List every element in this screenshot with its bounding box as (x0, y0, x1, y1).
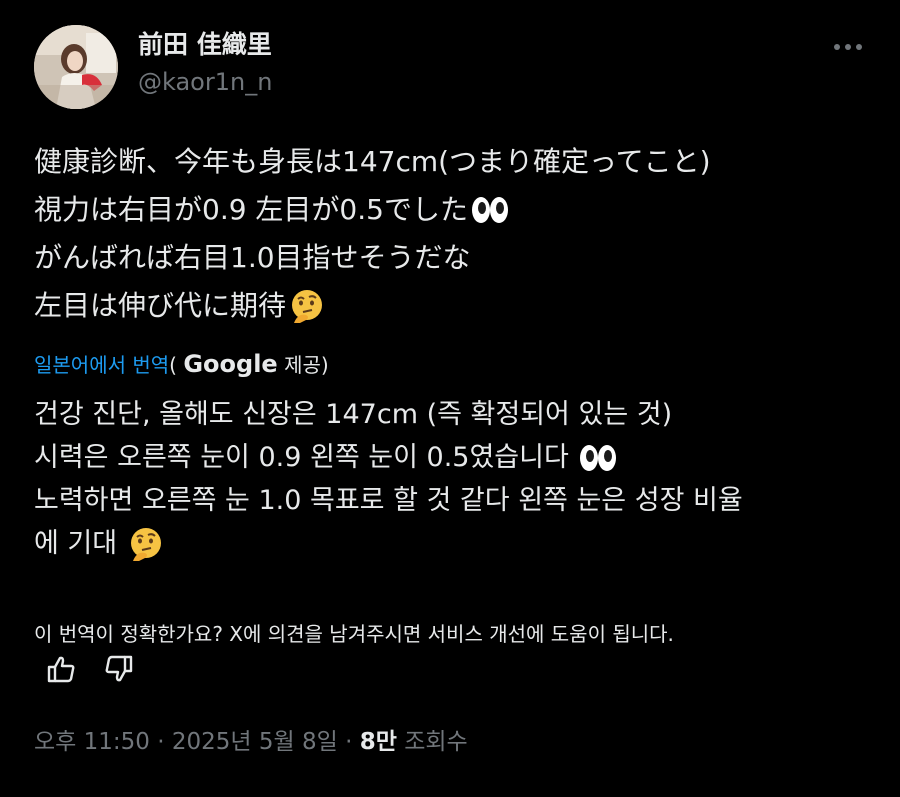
thumbs-up-button[interactable] (46, 654, 76, 684)
user-handle[interactable]: @kaor1n_n (138, 65, 272, 99)
thumbs-down-icon (105, 655, 133, 682)
tweet-line-text: 視力は右目が0.9 左目が0.5でした (34, 193, 468, 226)
eyes-emoji-icon (579, 444, 616, 471)
translation-line: 노력하면 오른쪽 눈 1.0 목표로 할 것 같다 왼쪽 눈은 성장 비율 (34, 479, 884, 522)
meta-separator: · (157, 729, 165, 755)
meta-separator: · (345, 729, 353, 755)
views-label: 조회수 (404, 729, 468, 755)
views-count: 8만 (359, 729, 397, 755)
thumbs-down-button[interactable] (104, 654, 134, 684)
tweet-line: 左目は伸び代に期待 (34, 282, 874, 330)
tweet-time[interactable]: 오후 11:50 (34, 729, 150, 755)
tweet-line-text: がんばれば右目1.0目指せそうだな (34, 241, 471, 274)
tweet-meta: 오후 11:50 · 2025년 5월 8일 · 8만 조회수 (34, 724, 468, 760)
thinking-face-emoji-icon (131, 527, 162, 561)
user-info: 前田 佳織里 @kaor1n_n (138, 29, 272, 99)
provided-suffix: 제공) (284, 353, 329, 377)
translation-line: 건강 진단, 올해도 신장은 147cm (즉 확정되어 있는 것) (34, 393, 884, 436)
translation-line-text: 에 기대 (34, 528, 118, 559)
tweet-line: 健康診断、今年も身長は147cm(つまり確定ってこと) (34, 138, 874, 186)
more-options-button[interactable] (832, 37, 864, 57)
avatar[interactable] (34, 25, 118, 109)
translation-feedback-question: 이 번역이 정확한가요? X에 의견을 남겨주시면 서비스 개선에 도움이 됩니… (34, 622, 674, 646)
tweet-line-text: 左目は伸び代に期待 (34, 289, 287, 322)
translated-by-paren: ( (169, 353, 177, 377)
tweet-text: 健康診断、今年も身長は147cm(つまり確定ってこと) 視力は右目が0.9 左目… (34, 138, 874, 330)
translation-text: 건강 진단, 올해도 신장은 147cm (즉 확정되어 있는 것) 시력은 오… (34, 393, 884, 565)
tweet-date[interactable]: 2025년 5월 8일 (172, 729, 338, 755)
translation-line-text: 노력하면 오른쪽 눈 1.0 목표로 할 것 같다 왼쪽 눈은 성장 비율 (34, 485, 743, 516)
tweet-line: がんばれば右目1.0目指せそうだな (34, 234, 874, 282)
translation-line-text: 건강 진단, 올해도 신장은 147cm (즉 확정되어 있는 것) (34, 399, 673, 430)
translated-by: 일본어에서 번역( Google 제공) (34, 346, 329, 383)
thinking-face-emoji-icon (292, 290, 323, 323)
translation-line: 시력은 오른쪽 눈이 0.9 왼쪽 눈이 0.5였습니다 (34, 436, 884, 479)
thumbs-up-icon (47, 656, 75, 683)
tweet-header: 前田 佳織里 @kaor1n_n (34, 25, 874, 109)
display-name[interactable]: 前田 佳織里 (138, 29, 272, 61)
google-label: Google (183, 350, 278, 378)
eyes-emoji-icon (471, 197, 508, 223)
more-icon (834, 44, 862, 50)
tweet-line: 視力は右目が0.9 左目が0.5でした (34, 186, 874, 234)
translated-from-link[interactable]: 일본어에서 번역 (34, 353, 169, 377)
translation-line-text: 시력은 오른쪽 눈이 0.9 왼쪽 눈이 0.5였습니다 (34, 442, 569, 473)
tweet-line-text: 健康診断、今年も身長は147cm(つまり確定ってこと) (34, 145, 711, 178)
translation-line: 에 기대 (34, 522, 884, 565)
